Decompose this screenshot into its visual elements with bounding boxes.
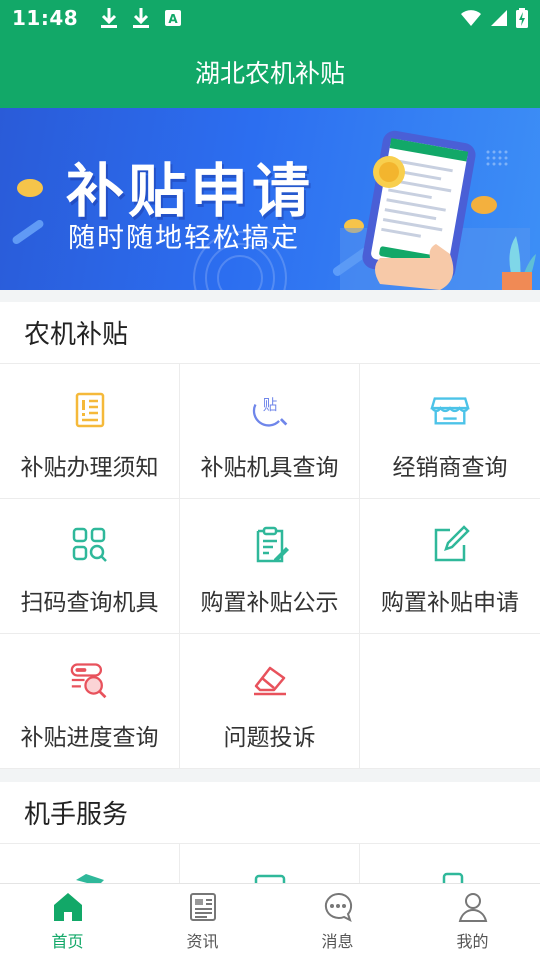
subsidy-grid: 补贴办理须知 贴 补贴机具查询 经销商查询 扫码查询机具 购置补贴公示 购置补贴…	[0, 364, 540, 769]
download-icon	[133, 8, 150, 28]
grid-item-label: 补贴办理须知	[20, 455, 159, 481]
grid-item-subsidy-notice[interactable]: 补贴办理须知	[0, 364, 180, 499]
scan-grid-icon	[70, 525, 110, 565]
service-device-icon	[430, 870, 470, 883]
edit-form-icon	[430, 525, 470, 565]
tab-news[interactable]: 资讯	[135, 884, 270, 960]
grid-item-service[interactable]	[360, 844, 540, 883]
section-subsidy: 农机补贴 补贴办理须知 贴 补贴机具查询 经销商查询 扫码查询机具 购置补贴公示…	[0, 302, 540, 769]
grid-item-scan-query[interactable]: 扫码查询机具	[0, 499, 180, 634]
grid-item-empty	[360, 634, 540, 769]
grid-item-label: 问题投诉	[223, 725, 316, 751]
battery-charging-icon	[516, 8, 528, 28]
banner-carousel[interactable]: 补贴申请 随时随地轻松搞定	[0, 108, 540, 290]
grid-item-service[interactable]	[0, 844, 180, 883]
grid-item-label: 购置补贴申请	[381, 590, 519, 616]
app-bar: 湖北农机补贴	[0, 36, 540, 108]
progress-search-icon	[70, 660, 110, 700]
grid-item-subsidy-apply[interactable]: 购置补贴申请	[360, 499, 540, 634]
store-icon	[430, 390, 470, 430]
grid-item-label: 购置补贴公示	[200, 590, 339, 616]
tab-mine[interactable]: 我的	[405, 884, 540, 960]
status-time: 11:48	[12, 6, 79, 30]
text-a-icon: A	[165, 10, 182, 26]
message-icon	[324, 892, 352, 922]
grid-item-dealer-query[interactable]: 经销商查询	[360, 364, 540, 499]
grid-item-label: 经销商查询	[392, 455, 508, 481]
subsidy-search-icon: 贴	[250, 390, 290, 430]
tab-messages[interactable]: 消息	[270, 884, 405, 960]
news-icon	[189, 893, 216, 921]
grid-item-service[interactable]	[180, 844, 360, 883]
tab-label: 我的	[456, 932, 489, 951]
wifi-icon	[461, 10, 481, 26]
notification-icons: A	[100, 7, 182, 29]
services-grid	[0, 844, 540, 883]
grid-item-subsidy-publicity[interactable]: 购置补贴公示	[180, 499, 360, 634]
section-title: 农机补贴	[0, 302, 540, 364]
tab-label: 首页	[51, 932, 84, 951]
svg-text:贴: 贴	[262, 397, 277, 414]
home-icon	[53, 893, 82, 921]
status-bar: 11:48 A	[0, 0, 540, 36]
tab-home[interactable]: 首页	[0, 884, 135, 960]
download-icon	[101, 8, 118, 28]
grid-item-label: 扫码查询机具	[20, 590, 159, 616]
page-title: 湖北农机补贴	[194, 59, 345, 88]
tab-label: 资讯	[186, 932, 219, 951]
grid-item-label: 补贴进度查询	[20, 725, 159, 751]
grid-item-complaint[interactable]: 问题投诉	[180, 634, 360, 769]
svg-text:A: A	[169, 12, 179, 26]
eraser-complaint-icon	[250, 660, 290, 700]
bottom-tab-bar: 首页 资讯 消息 我的	[0, 883, 540, 960]
user-icon	[458, 893, 487, 922]
service-green-icon	[70, 870, 110, 883]
section-title: 机手服务	[0, 782, 540, 844]
system-icons	[460, 8, 528, 28]
grid-item-label: 补贴机具查询	[200, 455, 339, 481]
notice-document-icon	[70, 390, 110, 430]
clipboard-edit-icon	[250, 525, 290, 565]
tab-label: 消息	[321, 932, 354, 951]
banner-subtitle: 随时随地轻松搞定	[68, 223, 300, 254]
section-operator-services: 机手服务	[0, 782, 540, 883]
grid-item-equipment-query[interactable]: 贴 补贴机具查询	[180, 364, 360, 499]
service-card-icon	[250, 870, 290, 883]
signal-icon	[491, 10, 507, 26]
grid-item-progress-query[interactable]: 补贴进度查询	[0, 634, 180, 769]
